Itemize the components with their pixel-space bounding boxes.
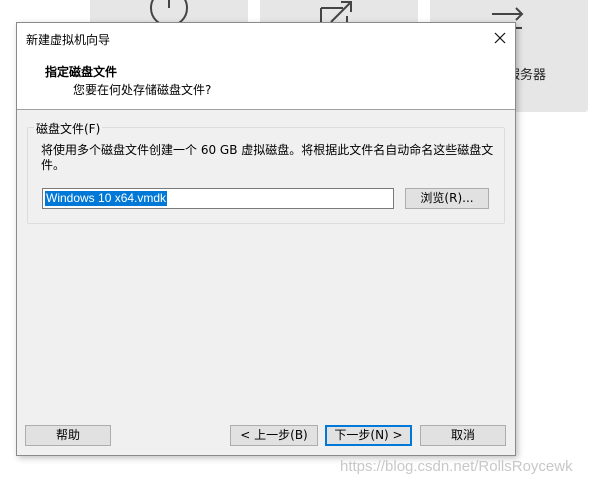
help-button[interactable]: 帮助 — [25, 425, 111, 446]
cancel-button[interactable]: 取消 — [420, 425, 506, 446]
browse-button[interactable]: 浏览(R)... — [405, 188, 489, 209]
back-button[interactable]: < 上一步(B) — [230, 425, 318, 446]
page-subtitle: 您要在何处存储磁盘文件? — [73, 83, 212, 97]
group-label: 磁盘文件(F) — [34, 120, 103, 137]
wizard-header: 指定磁盘文件 您要在何处存储磁盘文件? — [17, 53, 515, 110]
disk-file-group: 磁盘文件(F) 将使用多个磁盘文件创建一个 60 GB 虚拟磁盘。将根据此文件名… — [27, 120, 505, 224]
close-button[interactable] — [485, 23, 515, 53]
disk-file-value: Windows 10 x64.vmdk — [45, 191, 168, 206]
group-description: 将使用多个磁盘文件创建一个 60 GB 虚拟磁盘。将根据此文件名自动命名这些磁盘… — [41, 143, 494, 172]
title-bar: 新建虚拟机向导 — [17, 23, 515, 53]
watermark: https://blog.csdn.net/RollsRoycewk — [340, 458, 573, 475]
page-title: 指定磁盘文件 — [45, 65, 118, 79]
window-title: 新建虚拟机向导 — [26, 33, 111, 47]
close-icon — [494, 32, 506, 44]
next-button[interactable]: 下一步(N) > — [325, 425, 412, 446]
new-vm-wizard-dialog: 新建虚拟机向导 指定磁盘文件 您要在何处存储磁盘文件? 磁盘文件(F) 将使用多… — [16, 22, 516, 456]
disk-file-input[interactable]: Windows 10 x64.vmdk — [42, 188, 394, 209]
